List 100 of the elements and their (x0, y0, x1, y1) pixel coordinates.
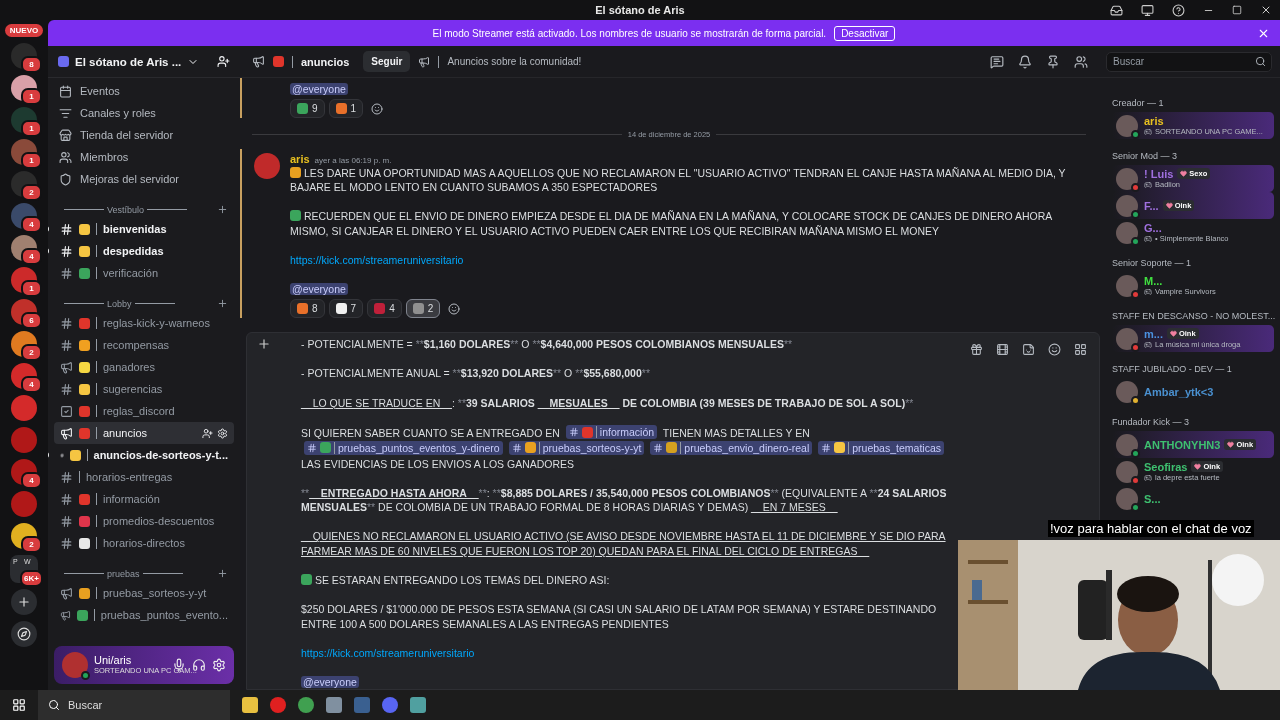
bell-icon[interactable] (1018, 54, 1032, 69)
unread-badge: 4 (21, 472, 42, 489)
inbox-icon[interactable] (1110, 3, 1123, 17)
author-name[interactable]: aris (290, 153, 310, 166)
heart-icon (1194, 463, 1202, 470)
channel-item[interactable]: reglas-kick-y-warneos (54, 312, 234, 334)
invite-icon[interactable] (202, 427, 213, 439)
role-header: Senior Soporte — 1 (1112, 258, 1192, 268)
channel-item[interactable]: pruebas_sorteos-y-yt (54, 582, 234, 604)
message-text: $250 DOLARES / $1'000.000 DE PESOS ESTA SEMANA (SI CASI UN SALARIO DE LATAM POR SEMANA) Y ESTARE DESTINANDO ENTRE 100 A 500 DOLARES SEMANALES A LAS ENTREGAS PENDIENTES (301, 602, 938, 632)
avatar[interactable] (62, 652, 88, 678)
member-item[interactable]: Ambar_ytk<3 (1112, 378, 1274, 405)
channel-item[interactable]: despedidas (54, 240, 234, 262)
emoji-picker-icon[interactable] (1048, 343, 1061, 357)
caption-text: !voz para hablar con el chat de voz (1048, 520, 1254, 537)
unread-badge: 1 (21, 152, 42, 169)
ring-icon[interactable] (270, 697, 286, 713)
apps-icon[interactable] (1074, 343, 1087, 357)
channel-item[interactable]: ganadores (54, 356, 234, 378)
settings-icon[interactable] (212, 658, 226, 672)
channel-item[interactable]: reglas_discord (54, 400, 234, 422)
members-icon[interactable] (1074, 54, 1088, 69)
unread-badge: 8 (21, 56, 42, 73)
server-icon[interactable] (11, 427, 37, 453)
deactivate-button[interactable]: Desactivar (834, 25, 896, 41)
settings-icon[interactable] (217, 427, 228, 439)
channel-item[interactable]: bienvenidas (54, 218, 234, 240)
plus-icon[interactable] (217, 568, 228, 579)
gamepad-icon (1144, 340, 1152, 349)
windows-start-icon[interactable] (12, 698, 26, 712)
channel-item[interactable]: horarios-entregas (54, 466, 234, 488)
browser-icon[interactable] (298, 697, 314, 713)
channel-item[interactable]: sugerencias (54, 378, 234, 400)
unread-badge: 4 (21, 376, 42, 393)
discover-button[interactable] (11, 621, 37, 647)
channel-mention[interactable]: pruebas_tematicas (818, 440, 944, 456)
follow-button[interactable]: Seguir (363, 51, 411, 72)
gif-icon[interactable] (996, 343, 1009, 357)
server-name[interactable]: El sótano de Aris ... (75, 55, 182, 68)
message-text: __LO QUE SE TRADUCE EN__: **39 SALARIOS __MESUALES__ DE COLOMBIA (39 MESES DE TRABAJO DE SOL A SOL)** (301, 395, 915, 411)
channel-item[interactable]: promedios-descuentos (54, 510, 234, 532)
channel-item[interactable]: anuncios-de-sorteos-y-t... (54, 444, 234, 466)
reaction-button[interactable]: 8 (290, 299, 325, 319)
channel-item[interactable]: información (54, 488, 234, 510)
server-icon[interactable] (11, 491, 37, 517)
chat-app-icon[interactable] (382, 697, 398, 713)
channel-mention[interactable]: pruebas_envio_dinero-real (650, 440, 813, 456)
menu-item[interactable]: Tienda del servidor (80, 129, 174, 141)
search-field[interactable]: Buscar (1106, 51, 1272, 72)
everyone-mention[interactable]: @everyone (301, 676, 359, 689)
member-name: Seofiras (1144, 460, 1188, 473)
heart-icon (1180, 170, 1188, 177)
reaction-button[interactable]: 1 (328, 99, 364, 119)
everyone-mention[interactable]: @everyone (290, 283, 348, 296)
help-icon[interactable] (1172, 3, 1185, 17)
reaction-button[interactable]: 9 (290, 99, 325, 119)
channel-mention[interactable]: pruebas_sorteos-y-yt (508, 440, 645, 456)
category-header[interactable]: Lobby (64, 298, 175, 309)
add-server-button[interactable] (11, 589, 37, 615)
reaction-button[interactable]: 4 (367, 299, 402, 319)
reaction-button[interactable]: 2 (405, 299, 441, 319)
channel-item[interactable]: anuncios (54, 422, 234, 444)
gift-icon[interactable] (970, 343, 983, 357)
channel-item[interactable]: recompensas (54, 334, 234, 356)
channel-mention[interactable]: información (565, 424, 658, 440)
server-icon[interactable] (11, 395, 37, 421)
plus-icon[interactable] (217, 298, 228, 309)
menu-item[interactable]: Eventos (80, 85, 120, 97)
monitor-icon[interactable] (1141, 3, 1154, 17)
menu-item[interactable]: Miembros (80, 151, 129, 163)
plus-icon[interactable] (217, 204, 228, 215)
channel-item[interactable]: pruebas_puntos_evento... (54, 604, 234, 626)
everyone-mention[interactable]: @everyone (290, 83, 348, 95)
menu-item[interactable]: Mejoras del servidor (80, 173, 180, 185)
sticker-icon[interactable] (1022, 343, 1035, 357)
channel-mention[interactable]: pruebas_puntos_eventos_y-dinero (304, 440, 503, 456)
category-header[interactable]: Vestíbulo (64, 204, 188, 215)
threads-icon[interactable] (990, 54, 1004, 69)
invite-icon[interactable] (217, 55, 230, 68)
maximize-icon[interactable] (1232, 5, 1242, 15)
menu-item[interactable]: Canales y roles (80, 107, 156, 119)
member-item[interactable]: S... (1112, 485, 1274, 512)
taskbar-search[interactable]: Buscar (38, 690, 230, 720)
calendar-icon (59, 84, 72, 98)
close-icon[interactable] (1260, 4, 1272, 16)
member-name: G... (1144, 221, 1162, 234)
link[interactable]: https://kick.com/streameruniversitario (301, 647, 475, 660)
reaction-button[interactable]: 7 (328, 299, 364, 319)
channel-item[interactable]: horarios-directos (54, 532, 234, 554)
plus-icon (17, 595, 31, 609)
link[interactable]: https://kick.com/streameruniversitario (290, 253, 464, 266)
gamepad-icon (1144, 234, 1152, 243)
member-name: ! Luis (1144, 167, 1174, 180)
pin-icon[interactable] (1046, 54, 1060, 69)
channel-item[interactable]: verificación (54, 262, 234, 284)
avatar[interactable] (254, 153, 280, 180)
close-icon[interactable] (1257, 27, 1270, 40)
category-header[interactable]: pruebas (64, 568, 183, 579)
emoji-icon (273, 56, 284, 67)
message-text: **__ENTREGADO HASTA AHORA__**: **$8,885 DOLARES / 35,540,000 PESOS COLOMBIANOS** (EQUIVALENTE A **24 SALARIOS MENSUALES** DE COLOMBIA DE UN TRABAJO FORMAL DE 8 HORAS DIARIAS Y DEMAS) __EN 7 MESES__ (301, 485, 948, 515)
